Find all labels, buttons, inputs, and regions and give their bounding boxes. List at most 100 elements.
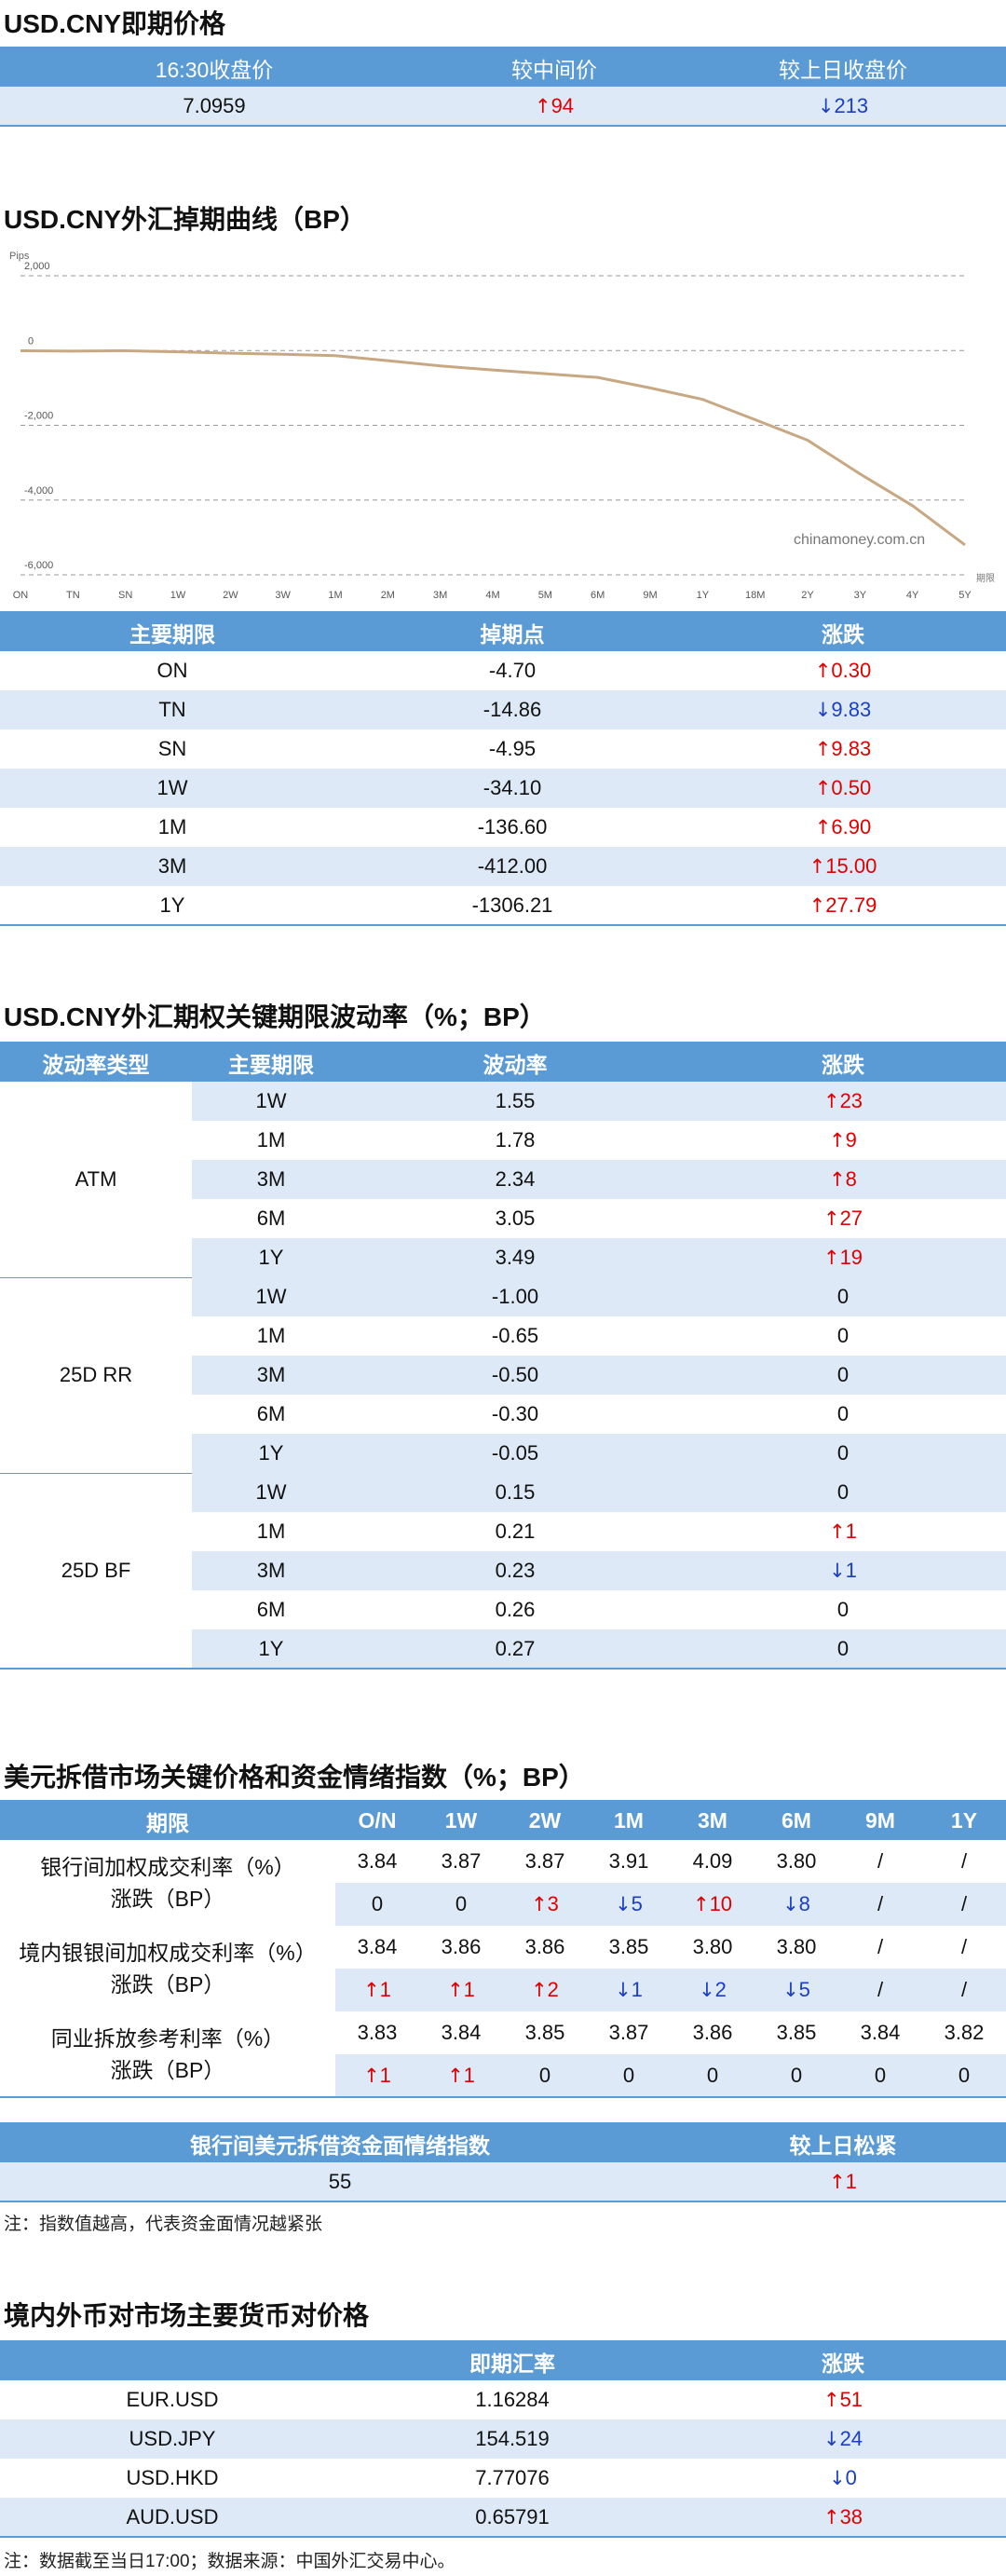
vol-change: 0 [680, 1395, 1006, 1434]
swap-change: ↑27.79 [680, 886, 1006, 925]
vol-change: ↑23 [680, 1082, 1006, 1121]
lending-rate: 3.84 [419, 2011, 503, 2054]
lending-change: 0 [671, 2054, 754, 2097]
vol-change: ↑8 [680, 1160, 1006, 1199]
fx-row: USD.HKD 7.77076 ↓0 [0, 2459, 1006, 2498]
lending-change: ↓1 [587, 1969, 671, 2011]
change-value: 2 [547, 1978, 559, 2001]
lending-rate: 3.83 [335, 2011, 419, 2054]
chart-x-tick: 4Y [906, 590, 919, 601]
lending-change: / [922, 1883, 1006, 1926]
vol-tenor: 6M [192, 1199, 350, 1238]
lending-change: ↑1 [419, 2054, 503, 2097]
lending-header: 9M [838, 1801, 922, 1840]
chart-x-tick: 1Y [697, 590, 710, 601]
change-arrow-icon: ↑ [447, 1979, 464, 2001]
lending-change-label: 涨跌（BP） [110, 1972, 225, 1997]
spot-header-vs-prev: 较上日收盘价 [680, 48, 1006, 87]
change-value: 8 [798, 1892, 810, 1915]
spot-vs-mid-value: ↑94 [428, 87, 680, 126]
vol-value: 1.78 [350, 1121, 680, 1160]
fx-rate: 1.16284 [345, 2380, 680, 2419]
change-arrow-icon: ↑ [531, 1893, 548, 1915]
change-arrow-icon: ↑ [447, 2064, 464, 2087]
change-arrow-icon: ↓ [829, 1560, 846, 1582]
vol-table: 波动率类型 主要期限 波动率 涨跌 ATM 1W 1.55 ↑23 1M 1.78 ↑9 3M… [0, 1042, 1006, 1670]
fx-header-pair [0, 2341, 345, 2380]
vol-tenor: 1Y [192, 1629, 350, 1669]
lending-title: 美元拆借市场关键价格和资金情绪指数（%；BP） [4, 1763, 585, 1792]
vol-value: 3.05 [350, 1199, 680, 1238]
vol-tenor: 3M [192, 1551, 350, 1590]
vol-value: -0.30 [350, 1395, 680, 1434]
swap-row: 3M -412.00 ↑15.00 [0, 847, 1006, 886]
vol-tenor: 1W [192, 1473, 350, 1512]
change-arrow-icon: ↑ [534, 94, 551, 117]
change-value: 1 [631, 1978, 643, 2001]
change-value: 27.79 [825, 893, 877, 917]
change-arrow-icon: ↓ [615, 1893, 632, 1915]
vol-value: -0.50 [350, 1356, 680, 1395]
lending-change: 0 [587, 2054, 671, 2097]
change-value: / [877, 1892, 884, 1915]
chart-x-tick: 2M [381, 590, 395, 601]
fx-rate: 7.77076 [345, 2459, 680, 2498]
lending-change: ↓5 [754, 1969, 838, 2011]
change-value: 1 [379, 2063, 391, 2087]
lending-rate: 3.86 [419, 1926, 503, 1969]
swap-tenor: ON [0, 651, 345, 690]
vol-header-vol: 波动率 [350, 1043, 680, 1082]
change-arrow-icon: ↑ [829, 1520, 846, 1543]
lending-row-label: 银行间加权成交利率（%） 涨跌（BP） [0, 1840, 335, 1926]
lending-rate-label: 境内银银间加权成交利率（%） [19, 1941, 317, 1965]
chart-x-tick: TN [66, 590, 80, 601]
change-value: 0 [836, 1441, 850, 1465]
chart-watermark: chinamoney.com.cn [794, 532, 925, 548]
fx-rate: 154.519 [345, 2419, 680, 2459]
change-value: 23 [839, 1089, 863, 1112]
vol-tenor: 6M [192, 1395, 350, 1434]
vol-tenor: 3M [192, 1356, 350, 1395]
lending-change: ↑1 [335, 1969, 419, 2011]
vol-tenor: 1M [192, 1512, 350, 1551]
swap-tenor: TN [0, 690, 345, 729]
change-value: 0 [538, 2063, 551, 2087]
change-value: 0 [836, 1636, 850, 1660]
lending-change: / [838, 1969, 922, 2011]
lending-rate: 3.87 [587, 2011, 671, 2054]
swap-tenor: 1Y [0, 886, 345, 925]
lending-change: 0 [754, 2054, 838, 2097]
chart-x-tick: ON [13, 590, 29, 601]
chart-x-tick: 1M [328, 590, 342, 601]
change-value: 0 [706, 2063, 719, 2087]
lending-rate: / [838, 1840, 922, 1883]
change-arrow-icon: ↑ [829, 1129, 846, 1152]
change-value: 5 [631, 1892, 643, 1915]
spot-title: USD.CNY即期价格 [4, 9, 226, 38]
change-value: 1 [463, 1978, 475, 2001]
lending-change: ↑1 [335, 2054, 419, 2097]
change-arrow-icon: ↑ [809, 855, 826, 878]
change-value: 1 [463, 2063, 475, 2087]
swap-title: USD.CNY外汇掉期曲线（BP） [4, 205, 366, 234]
lending-change: / [838, 1883, 922, 1926]
swap-curve-chart: Pips2,0000-2,000-4,000-6,000ON TN SN 1W 2W 3W… [9, 251, 995, 601]
vol-tenor: 6M [192, 1590, 350, 1629]
change-value: 15.00 [825, 854, 877, 878]
sentiment-note: 注：指数值越高，代表资金面情况越紧张 [4, 2215, 323, 2234]
vol-change: ↓1 [680, 1551, 1006, 1590]
chart-x-label: 期限 [976, 573, 995, 584]
lending-change-label: 涨跌（BP） [110, 1887, 225, 1911]
lending-change: ↓5 [587, 1883, 671, 1926]
vol-value: -0.05 [350, 1434, 680, 1473]
fx-change: ↑51 [680, 2380, 1006, 2419]
vol-value: 0.23 [350, 1551, 680, 1590]
spot-table: 16:30收盘价 较中间价 较上日收盘价 7.0959 ↑94 ↓213 [0, 47, 1006, 127]
lending-rate: / [922, 1840, 1006, 1883]
vol-value: 0.15 [350, 1473, 680, 1512]
lending-header: 6M [754, 1801, 838, 1840]
vol-title: USD.CNY外汇期权关键期限波动率（%；BP） [4, 1002, 546, 1031]
chart-x-tick: 4M [485, 590, 499, 601]
fx-row: AUD.USD 0.65791 ↑38 [0, 2498, 1006, 2537]
lending-rate-row: 同业拆放参考利率（%） 涨跌（BP） 3.83 3.84 3.85 3.87 3.86 3.8… [0, 2011, 1006, 2097]
